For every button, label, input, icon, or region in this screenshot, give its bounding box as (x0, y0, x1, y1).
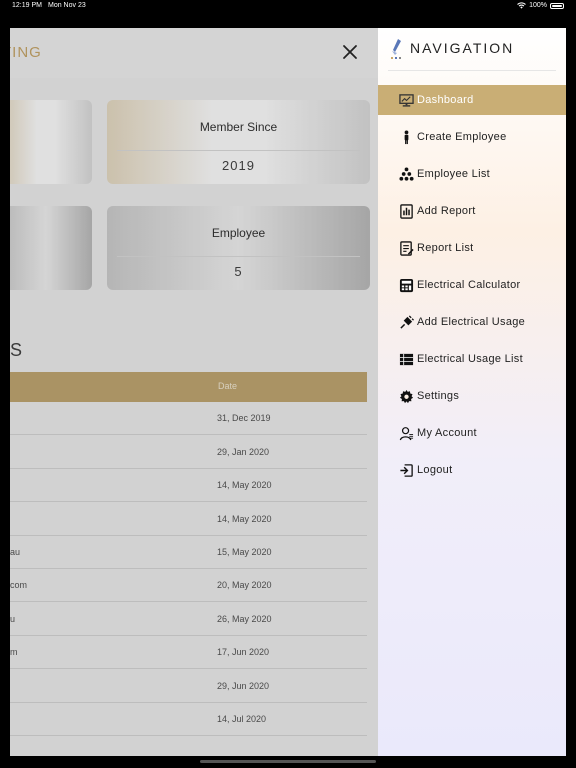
dashboard-icon (399, 94, 414, 107)
nav-item-create-employee[interactable]: Create Employee (378, 122, 566, 152)
drawer-scrim[interactable] (10, 28, 378, 756)
status-bar: 12:19 PM Mon Nov 23 100% (0, 0, 576, 12)
plug-icon (400, 315, 414, 329)
close-icon[interactable] (340, 42, 360, 62)
report-list-icon (400, 241, 414, 256)
status-date: Mon Nov 23 (48, 2, 86, 9)
account-icon (399, 427, 414, 441)
home-indicator[interactable] (200, 760, 376, 763)
status-time: 12:19 PM (12, 2, 42, 9)
battery-percent: 100% (529, 2, 547, 9)
hierarchy-icon (399, 167, 414, 181)
drawer-divider (388, 70, 556, 71)
logo-icon (391, 39, 401, 59)
gear-icon (399, 389, 414, 404)
nav-item-logout[interactable]: Logout (378, 455, 566, 485)
nav-item-employee-list[interactable]: Employee List (378, 159, 566, 189)
calculator-icon (399, 278, 414, 293)
status-right: 100% (517, 2, 564, 9)
nav-item-my-account[interactable]: My Account (378, 418, 566, 448)
nav-item-settings[interactable]: Settings (378, 381, 566, 411)
app-screen: TING Member Since 2019 Employee 5 S Date… (10, 28, 566, 756)
wifi-icon (517, 2, 526, 9)
navigation-drawer: NAVIGATION Dashboard Create Employee Emp… (378, 28, 566, 756)
nav-item-electrical-calculator[interactable]: Electrical Calculator (378, 270, 566, 300)
nav-item-report-list[interactable]: Report List (378, 233, 566, 263)
logout-icon (400, 464, 413, 477)
nav-item-dashboard[interactable]: Dashboard (378, 85, 566, 115)
nav-item-electrical-usage-list[interactable]: Electrical Usage List (378, 344, 566, 374)
nav-item-add-electrical-usage[interactable]: Add Electrical Usage (378, 307, 566, 337)
battery-icon (550, 2, 564, 9)
drawer-title: NAVIGATION (410, 40, 515, 56)
person-icon (404, 130, 409, 145)
drawer-header: NAVIGATION (378, 28, 566, 74)
nav-item-add-report[interactable]: Add Report (378, 196, 566, 226)
add-report-icon (400, 204, 413, 219)
list-icon (399, 353, 414, 366)
